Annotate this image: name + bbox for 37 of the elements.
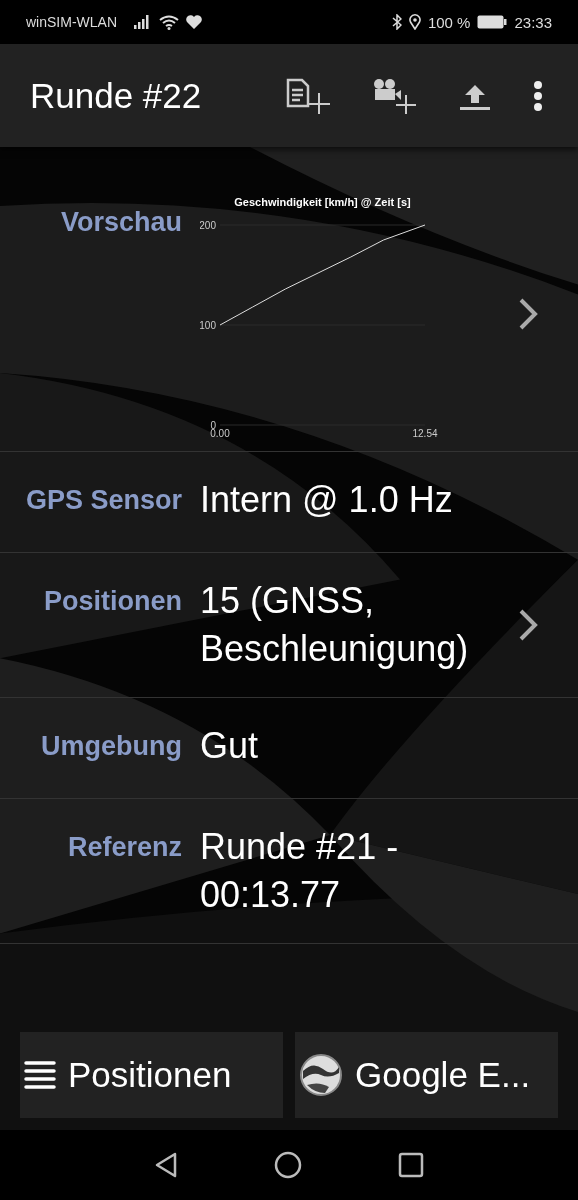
action-button[interactable]: Google E... <box>295 1032 558 1118</box>
location-icon <box>408 14 421 30</box>
field-label: Umgebung <box>41 731 182 762</box>
y-tick-label: 100 <box>200 320 216 331</box>
recent-apps-icon[interactable] <box>398 1152 424 1178</box>
clock: 23:33 <box>514 13 552 31</box>
y-tick-label: 200 <box>200 220 216 231</box>
battery-percent: 100 % <box>427 13 471 31</box>
battery-icon <box>477 15 508 29</box>
back-icon[interactable] <box>154 1152 178 1178</box>
field-value: Gut <box>200 724 260 768</box>
field-value: Intern @ 1.0 Hz <box>200 478 454 522</box>
action-button[interactable]: Positionen <box>20 1032 283 1118</box>
field-value: Runde #21 - 00:13.77 <box>200 825 400 917</box>
y-tick-label: 0 <box>210 420 216 431</box>
x-tick-label: 12.54 <box>412 428 438 439</box>
signal-icon <box>134 15 152 29</box>
bluetooth-icon <box>391 14 402 30</box>
more-menu-icon[interactable] <box>532 79 544 112</box>
field-value: 15 (GNSS, Beschleunigung) <box>200 579 470 671</box>
chevron-right-icon[interactable] <box>518 297 538 331</box>
screen-title: Runde #22 <box>30 75 202 116</box>
carrier-name: winSIM-WLAN <box>26 14 117 30</box>
field-label: GPS Sensor <box>25 485 182 516</box>
chart-title: Geschwindigkeit [km/h] @ Zeit [s] <box>234 196 411 208</box>
heart-icon <box>186 15 202 29</box>
globe-icon <box>299 1053 343 1097</box>
x-tick-label: 0.00 <box>210 428 230 439</box>
field-label: Positionen <box>44 586 182 617</box>
add-video-icon[interactable] <box>372 77 418 114</box>
wifi-icon <box>159 14 179 30</box>
chevron-right-icon[interactable] <box>518 608 538 642</box>
list-icon <box>24 1060 56 1090</box>
add-document-icon[interactable] <box>286 77 332 114</box>
home-icon[interactable] <box>274 1151 302 1179</box>
field-label: Vorschau <box>60 207 182 238</box>
field-label: Referenz <box>67 832 182 863</box>
